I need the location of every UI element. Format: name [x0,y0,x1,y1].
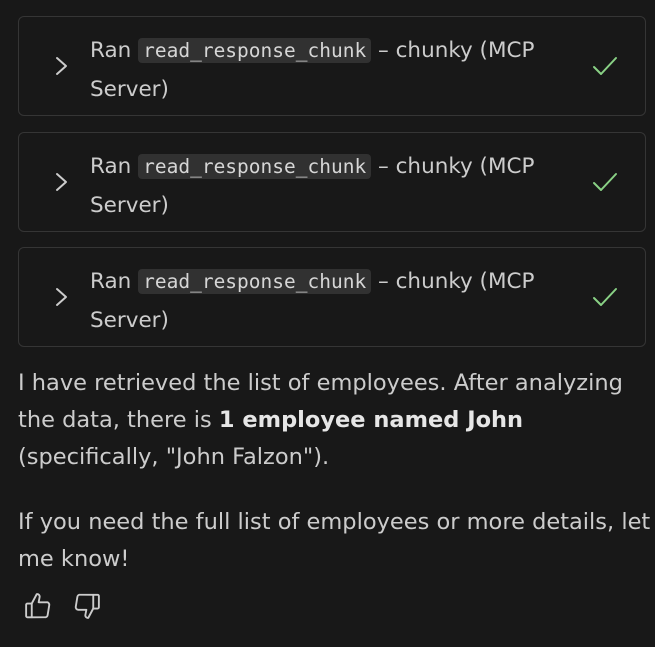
response-text: If you need the full list of employees o… [18,509,651,572]
thumbs-down-icon [74,593,100,619]
tool-call-card[interactable]: Ran read_response_chunk – chunky (MCP Se… [18,247,646,347]
thumbs-up-button[interactable] [23,591,53,621]
tool-call-prefix: Ran [90,269,132,294]
tool-call-prefix: Ran [90,154,132,179]
check-icon [593,57,617,75]
response-paragraph: If you need the full list of employees o… [18,504,654,578]
tool-call-prefix: Ran [90,38,132,63]
tool-name-code: read_response_chunk [138,154,372,179]
chevron-right-icon[interactable] [52,54,72,78]
tool-call-title: Ran read_response_chunk – chunky (MCP Se… [90,31,560,109]
chevron-right-icon[interactable] [52,285,72,309]
tool-call-card[interactable]: Ran read_response_chunk – chunky (MCP Se… [18,132,646,232]
response-text: (specifically, "John Falzon"). [18,444,330,470]
tool-call-card[interactable]: Ran read_response_chunk – chunky (MCP Se… [18,16,646,116]
thumbs-up-icon [25,593,51,619]
chevron-right-icon[interactable] [52,170,72,194]
tool-call-title: Ran read_response_chunk – chunky (MCP Se… [90,147,560,225]
response-highlight: 1 employee named John [218,407,524,433]
check-icon [593,288,617,306]
tool-call-title: Ran read_response_chunk – chunky (MCP Se… [90,262,560,340]
check-icon [593,173,617,191]
tool-name-code: read_response_chunk [138,38,372,63]
thumbs-down-button[interactable] [72,591,102,621]
tool-name-code: read_response_chunk [138,269,372,294]
response-paragraph: I have retrieved the list of employees. … [18,365,654,476]
